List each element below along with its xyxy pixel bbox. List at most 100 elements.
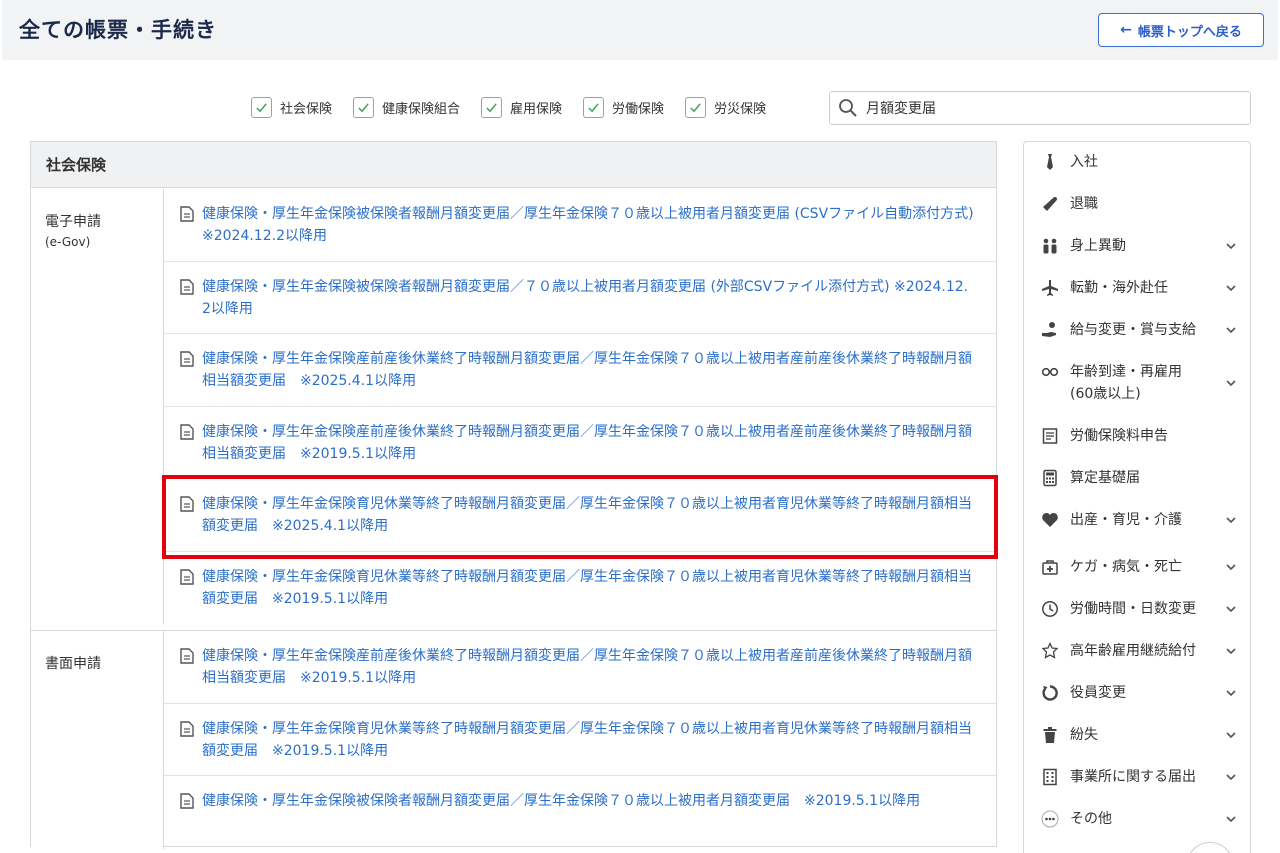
form-link[interactable]: 健康保険・厚生年金保険育児休業等終了時報酬月額変更届／厚生年金保険７０歳以上被用… — [202, 566, 976, 610]
chevron-down-icon — [1226, 564, 1236, 571]
form-link[interactable]: 健康保険・厚生年金保険育児休業等終了時報酬月額変更届／厚生年金保険７０歳以上被用… — [202, 493, 976, 537]
sidebar-item-label: 年齢到達・再雇用 (60歳以上) — [1070, 364, 1182, 402]
form-row[interactable]: 健康保険・厚生年金保険被保険者報酬月額変更届／７０歳以上被用者月額変更届 (外部… — [164, 262, 996, 334]
group-electronic: 電子申請 (e-Gov) 健康保険・厚生年金保険被保険者報酬月額変更届／厚生年金… — [31, 189, 996, 624]
sidebar-item-base-calculation[interactable]: 算定基礎届 — [1024, 467, 1250, 489]
category-sidebar: 入社 退職 身上異動 転勤・海外赴任 給与変更・賞与支給 年齢到達・再雇用 (6… — [1023, 141, 1251, 853]
form-link[interactable]: 健康保険・厚生年金保険産前産後休業終了時報酬月額変更届／厚生年金保険７０歳以上被… — [202, 645, 976, 689]
document-icon — [180, 351, 194, 367]
sidebar-item-injury-illness-death[interactable]: ケガ・病気・死亡 — [1024, 556, 1250, 578]
sidebar-item-label: 高年齢雇用継続給付 — [1070, 643, 1196, 659]
sidebar-item-label: 身上異動 — [1070, 238, 1126, 254]
chevron-down-icon — [1226, 606, 1236, 613]
sidebar-item-transfer[interactable]: 転勤・海外赴任 — [1024, 277, 1250, 299]
search-icon — [839, 99, 857, 117]
document-icon — [180, 720, 194, 737]
filter-workers-comp-insurance[interactable]: 労災保険 — [685, 97, 766, 118]
sidebar-item-loss[interactable]: 紛失 — [1024, 724, 1250, 746]
group-paper: 書面申請 健康保険・厚生年金保険産前産後休業終了時報酬月額変更届／厚生年金保険７… — [31, 630, 996, 849]
sidebar-item-label: 給与変更・賞与支給 — [1070, 322, 1196, 338]
document-icon — [180, 648, 194, 664]
chevron-down-icon — [1226, 816, 1236, 823]
section-title: 社会保険 — [31, 142, 996, 188]
sidebar-item-joining[interactable]: 入社 — [1024, 151, 1250, 173]
chevron-down-icon — [1226, 285, 1236, 292]
form-link[interactable]: 健康保険・厚生年金保険被保険者報酬月額変更届／厚生年金保険７０歳以上被用者月額変… — [202, 203, 976, 247]
airplane-icon — [1040, 278, 1060, 298]
form-row[interactable]: 健康保険・厚生年金保険産前産後休業終了時報酬月額変更届／厚生年金保険７０歳以上被… — [164, 334, 996, 407]
document-lines-icon — [1040, 426, 1060, 446]
check-icon — [256, 103, 267, 113]
page-title: 全ての帳票・手続き — [19, 18, 217, 42]
sidebar-item-label: ケガ・病気・死亡 — [1070, 559, 1182, 575]
document-icon — [180, 496, 194, 512]
sidebar-item-label: その他 — [1070, 811, 1112, 827]
trash-icon — [1040, 725, 1060, 745]
checkbox[interactable] — [685, 97, 707, 118]
document-icon — [180, 568, 194, 585]
filter-health-insurance-union[interactable]: 健康保険組合 — [353, 97, 460, 118]
group-label-text: 書面申請 — [45, 656, 101, 672]
more-dots-icon — [1040, 809, 1060, 829]
document-icon — [180, 206, 194, 222]
form-link[interactable]: 健康保険・厚生年金保険産前産後休業終了時報酬月額変更届／厚生年金保険７０歳以上被… — [202, 421, 976, 465]
sidebar-item-office-notifications[interactable]: 事業所に関する届出 — [1024, 766, 1250, 788]
group-label: 書面申請 — [31, 631, 164, 849]
group-label: 電子申請 (e-Gov) — [31, 189, 164, 624]
sidebar-item-label: 出産・育児・介護 — [1070, 512, 1182, 528]
sidebar-item-personal-change[interactable]: 身上異動 — [1024, 235, 1250, 257]
sidebar-item-officer-change[interactable]: 役員変更 — [1024, 682, 1250, 704]
sidebar-item-label: 紛失 — [1070, 727, 1098, 743]
sidebar-item-label: 算定基礎届 — [1070, 470, 1140, 486]
sidebar-item-working-hours-change[interactable]: 労働時間・日数変更 — [1024, 598, 1250, 620]
form-row[interactable]: 健康保険・厚生年金保険育児休業等終了時報酬月額変更届／厚生年金保険７０歳以上被用… — [164, 552, 996, 625]
filter-social-insurance[interactable]: 社会保険 — [251, 97, 332, 118]
check-icon — [486, 103, 497, 113]
chevron-down-icon — [1226, 648, 1236, 655]
checkbox[interactable] — [583, 97, 605, 118]
form-row[interactable]: 健康保険・厚生年金保険被保険者報酬月額変更届／厚生年金保険７０歳以上被用者月額変… — [164, 776, 996, 849]
chevron-down-icon — [1226, 517, 1236, 524]
chevron-down-icon — [1226, 243, 1236, 250]
checkbox[interactable] — [481, 97, 503, 118]
sidebar-item-childbirth-care[interactable]: 出産・育児・介護 — [1024, 509, 1250, 531]
filter-employment-insurance[interactable]: 雇用保険 — [481, 97, 562, 118]
group-label-text: 電子申請 — [45, 214, 101, 230]
checkbox[interactable] — [353, 97, 375, 118]
sidebar-item-leaving[interactable]: 退職 — [1024, 193, 1250, 215]
glasses-icon — [1040, 362, 1060, 382]
chevron-down-icon — [1226, 732, 1236, 739]
form-row[interactable]: 健康保険・厚生年金保険産前産後休業終了時報酬月額変更届／厚生年金保険７０歳以上被… — [164, 407, 996, 479]
form-link[interactable]: 健康保険・厚生年金保険被保険者報酬月額変更届／７０歳以上被用者月額変更届 (外部… — [202, 276, 976, 320]
search-input[interactable] — [866, 100, 1236, 116]
social-insurance-section: 社会保険 電子申請 (e-Gov) 健康保険・厚生年金保険被保険者報酬月額変更届… — [30, 141, 997, 849]
document-icon — [180, 423, 194, 440]
chevron-down-icon — [1226, 690, 1236, 697]
form-row[interactable]: 健康保険・厚生年金保険産前産後休業終了時報酬月額変更届／厚生年金保険７０歳以上被… — [164, 631, 996, 704]
check-icon — [358, 103, 369, 113]
arrow-left-icon: ← — [1120, 22, 1132, 38]
check-icon — [690, 103, 701, 113]
back-to-forms-top-button[interactable]: ← 帳票トップへ戻る — [1098, 13, 1264, 47]
form-link[interactable]: 健康保険・厚生年金保険産前産後休業終了時報酬月額変更届／厚生年金保険７０歳以上被… — [202, 348, 976, 392]
filter-label: 雇用保険 — [510, 102, 563, 117]
sidebar-item-other[interactable]: その他 — [1024, 808, 1250, 830]
sidebar-item-elderly-employment-benefit[interactable]: 高年齢雇用継続給付 — [1024, 640, 1250, 662]
form-link[interactable]: 健康保険・厚生年金保険被保険者報酬月額変更届／厚生年金保険７０歳以上被用者月額変… — [202, 790, 920, 812]
senior-mark-icon — [1040, 641, 1060, 661]
form-row[interactable]: 健康保険・厚生年金保険育児休業等終了時報酬月額変更届／厚生年金保険７０歳以上被用… — [164, 704, 996, 776]
sidebar-item-labor-insurance-declaration[interactable]: 労働保険料申告 — [1024, 425, 1250, 447]
hand-coin-icon — [1040, 320, 1060, 340]
form-link[interactable]: 健康保険・厚生年金保険育児休業等終了時報酬月額変更届／厚生年金保険７０歳以上被用… — [202, 718, 976, 762]
checkbox[interactable] — [251, 97, 272, 118]
search-box[interactable] — [829, 91, 1251, 125]
document-icon — [180, 278, 194, 295]
form-list: 健康保険・厚生年金保険産前産後休業終了時報酬月額変更届／厚生年金保険７０歳以上被… — [164, 631, 996, 849]
sidebar-item-label: 労働保険料申告 — [1070, 428, 1168, 444]
filter-labor-insurance[interactable]: 労働保険 — [583, 97, 664, 118]
form-row[interactable]: 健康保険・厚生年金保険育児休業等終了時報酬月額変更届／厚生年金保険７０歳以上被用… — [164, 479, 996, 552]
filter-label: 健康保険組合 — [382, 102, 461, 117]
form-row[interactable]: 健康保険・厚生年金保険被保険者報酬月額変更届／厚生年金保険７０歳以上被用者月額変… — [164, 189, 996, 262]
sidebar-item-salary-change[interactable]: 給与変更・賞与支給 — [1024, 319, 1250, 341]
sidebar-item-age-reemployment[interactable]: 年齢到達・再雇用 (60歳以上) — [1024, 361, 1250, 405]
